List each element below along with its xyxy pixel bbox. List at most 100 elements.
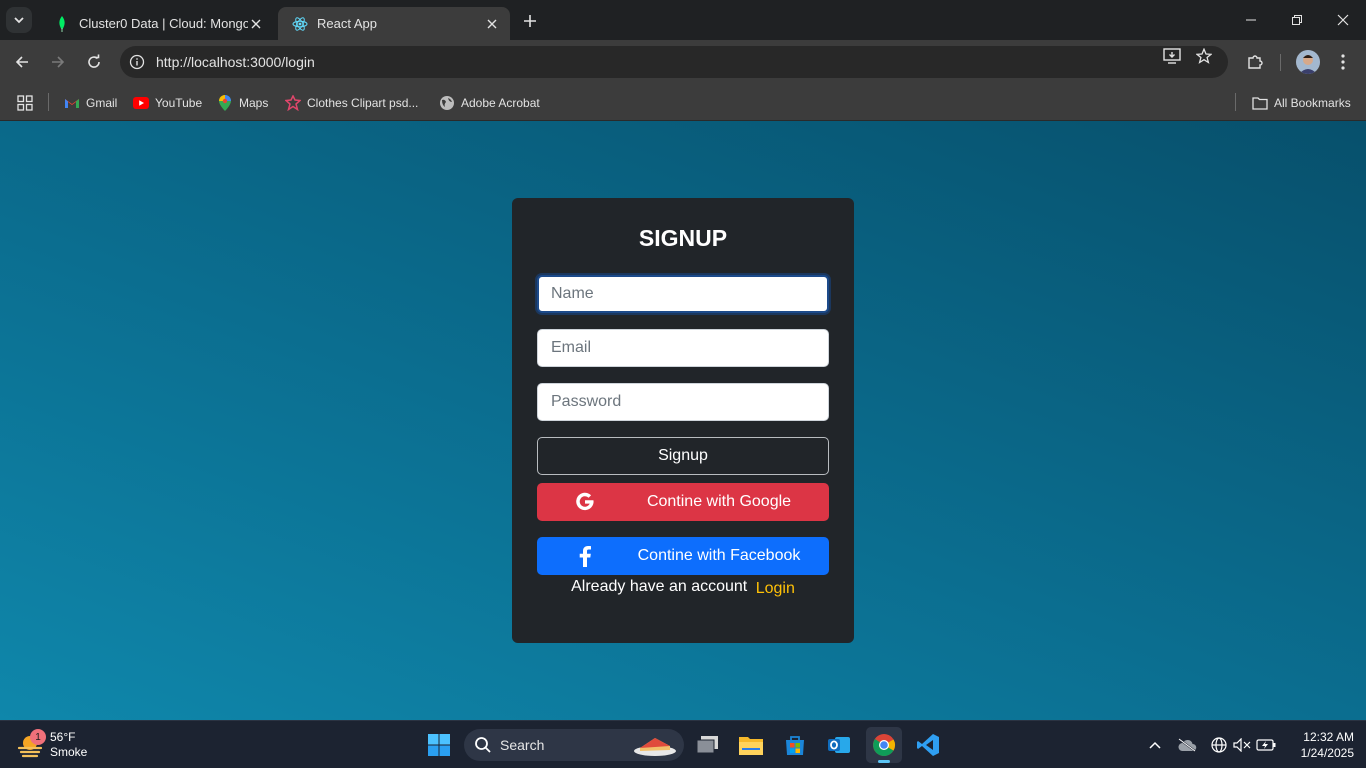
volume-muted-icon (1233, 738, 1251, 752)
address-bar[interactable]: http://localhost:3000/login (120, 46, 1228, 78)
apps-grid-icon (17, 95, 33, 111)
chevron-down-icon (14, 17, 24, 24)
already-account-row: Already have an account Login (512, 578, 854, 597)
all-bookmarks-button[interactable]: All Bookmarks (1252, 91, 1351, 115)
reload-button[interactable] (80, 48, 108, 76)
file-explorer-app[interactable] (733, 727, 769, 763)
reload-icon (88, 54, 100, 68)
apps-button[interactable] (17, 91, 33, 115)
system-clock[interactable]: 12:32 AM 1/24/2025 (1284, 729, 1354, 761)
tab-mongodb[interactable]: Cluster0 Data | Cloud: MongoDB (40, 7, 274, 40)
page-background: SIGNUP Signup Contine with Google Contin… (0, 121, 1366, 720)
search-icon (475, 737, 491, 753)
bookmarks-divider (1235, 93, 1236, 111)
signup-card: SIGNUP Signup Contine with Google Contin… (512, 198, 854, 643)
bookmark-label: Clothes Clipart psd... (307, 96, 419, 110)
minimize-icon (1246, 19, 1256, 21)
bookmark-star-icon[interactable] (1194, 48, 1214, 64)
bookmarks-bar: Gmail YouTube Maps Clothes Clipart psd..… (0, 85, 1366, 121)
signup-button-label: Signup (658, 447, 708, 464)
chrome-menu-button[interactable] (1331, 50, 1355, 74)
install-app-icon[interactable] (1162, 48, 1182, 64)
more-vertical-icon (1341, 54, 1345, 70)
store-icon (786, 736, 804, 755)
onedrive-button[interactable] (1175, 733, 1199, 757)
password-input[interactable] (537, 383, 829, 421)
forward-button[interactable] (44, 48, 72, 76)
maps-pin-icon (217, 95, 233, 111)
chrome-app[interactable] (866, 727, 902, 763)
toolbar-divider (1280, 54, 1281, 71)
signup-title: SIGNUP (638, 225, 728, 251)
close-tab-icon[interactable] (248, 16, 264, 32)
google-button-label: Contine with Google (646, 493, 792, 510)
tab-title: Cluster0 Data | Cloud: MongoDB (79, 16, 248, 31)
close-window-button[interactable] (1320, 0, 1366, 40)
bookmark-clothes-clipart[interactable]: Clothes Clipart psd... (285, 91, 418, 115)
taskbar-search[interactable]: Search (464, 729, 684, 761)
new-tab-button[interactable] (518, 9, 542, 33)
task-view-button[interactable] (690, 727, 726, 763)
battery-charging-icon (1256, 739, 1276, 751)
tab-react-app[interactable]: React App (278, 7, 510, 40)
haze-weather-icon: 1 (16, 729, 46, 759)
active-app-indicator (878, 760, 890, 763)
bookmark-maps[interactable]: Maps (217, 91, 268, 115)
close-tab-icon[interactable] (484, 16, 500, 32)
clock-date: 1/24/2025 (1300, 746, 1354, 760)
facebook-button-label: Contine with Facebook (637, 547, 801, 564)
react-logo-icon (292, 16, 308, 32)
facebook-signin-button[interactable]: Contine with Facebook (537, 537, 829, 575)
bookmark-gmail[interactable]: Gmail (64, 91, 117, 115)
windows-taskbar: 1 56°F Smoke Search 12:32 AM 1/24/2025 (0, 720, 1366, 768)
gmail-icon (64, 95, 80, 111)
chrome-icon (873, 734, 895, 756)
folder-icon (739, 737, 763, 755)
microsoft-store-app[interactable] (777, 727, 813, 763)
search-label: Search (500, 737, 545, 753)
user-avatar-icon (1296, 50, 1320, 74)
bookmark-label: Maps (239, 96, 269, 110)
profile-avatar[interactable] (1296, 50, 1320, 74)
clipart-flower-icon (285, 95, 301, 111)
weather-desc: Smoke (50, 745, 88, 759)
tab-title: React App (317, 16, 377, 31)
restore-button[interactable] (1274, 0, 1320, 40)
email-input[interactable] (537, 329, 829, 367)
task-view-icon (696, 736, 718, 754)
bookmark-youtube[interactable]: YouTube (133, 91, 202, 115)
extensions-button[interactable] (1243, 50, 1267, 74)
language-button[interactable] (1207, 733, 1231, 757)
start-button[interactable] (421, 727, 457, 763)
site-info-icon[interactable] (120, 46, 154, 78)
google-signin-button[interactable]: Contine with Google (537, 483, 829, 521)
battery-button[interactable] (1254, 733, 1278, 757)
show-hidden-icons-button[interactable] (1143, 733, 1167, 757)
globe-icon (439, 95, 455, 111)
youtube-icon (133, 95, 149, 111)
browser-toolbar: http://localhost:3000/login (0, 40, 1366, 85)
vscode-app[interactable] (910, 727, 946, 763)
weather-widget[interactable]: 1 56°F Smoke (16, 728, 87, 762)
signup-button[interactable]: Signup (537, 437, 829, 475)
close-icon (1337, 14, 1349, 26)
chevron-up-icon (1149, 741, 1161, 749)
name-input[interactable] (537, 275, 829, 313)
bookmark-adobe-acrobat[interactable]: Adobe Acrobat (439, 91, 540, 115)
minimize-button[interactable] (1228, 0, 1274, 40)
url-text: http://localhost:3000/login (156, 54, 315, 70)
restore-icon (1292, 15, 1302, 25)
tab-strip: Cluster0 Data | Cloud: MongoDB React App (0, 0, 1366, 40)
cake-highlight-icon (634, 738, 676, 756)
mongodb-leaf-icon (54, 15, 70, 32)
bookmark-label: Gmail (86, 96, 118, 110)
back-button[interactable] (8, 48, 36, 76)
weather-temp: 56°F (50, 730, 76, 744)
windows-logo-icon (428, 734, 450, 756)
login-link[interactable]: Login (756, 580, 795, 597)
outlook-app[interactable] (821, 727, 857, 763)
tab-search-button[interactable] (6, 7, 32, 33)
arrow-left-icon (15, 56, 28, 68)
volume-button[interactable] (1230, 733, 1254, 757)
folder-icon (1252, 95, 1268, 111)
